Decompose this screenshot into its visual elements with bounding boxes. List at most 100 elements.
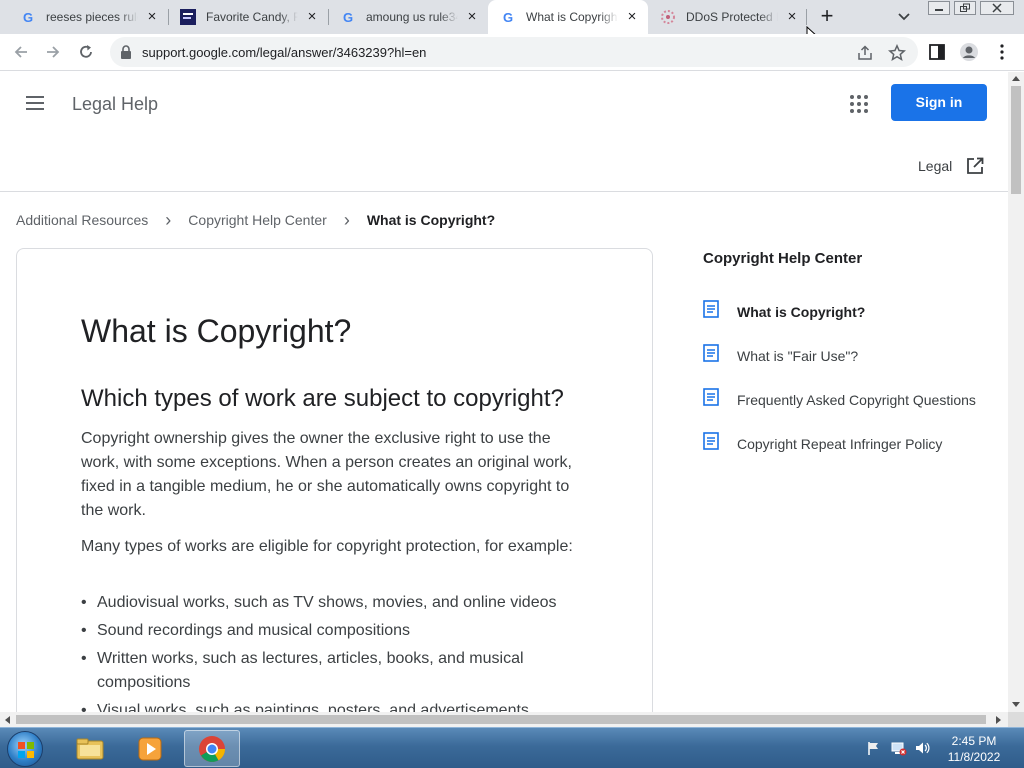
scroll-right-arrow-icon[interactable] [996,716,1001,724]
close-icon[interactable]: × [144,9,160,25]
network-disconnected-icon[interactable] [891,740,907,756]
sidebar-title: Copyright Help Center [703,250,863,267]
google-g-icon: G [502,9,514,25]
sidebar-item-faq[interactable]: Frequently Asked Copyright Questions [703,388,1003,412]
tab-title: amoung us rule34 [366,10,458,24]
minimize-button[interactable] [928,1,950,15]
google-g-icon: G [22,9,34,25]
site-title[interactable]: Legal Help [72,94,158,115]
list-item: Visual works, such as paintings, posters… [81,699,591,712]
scroll-down-arrow-icon[interactable] [1012,702,1020,707]
reload-button[interactable] [73,39,99,65]
close-window-button[interactable] [980,1,1014,15]
system-clock[interactable]: 2:45 PM 11/8/2022 [936,733,1012,765]
vertical-scrollbar[interactable] [1008,72,1024,712]
sidebar-item-fair-use[interactable]: What is "Fair Use"? [703,344,1003,368]
main-menu-button[interactable] [26,96,46,112]
tab-4[interactable]: DDoS Protected H × [648,0,808,34]
chrome-icon [199,735,226,762]
lock-icon [121,45,131,59]
avatar-icon [960,43,978,61]
document-icon [703,300,719,318]
sidebar-item-what-is-copyright[interactable]: What is Copyright? [703,300,1003,324]
tab-1[interactable]: Favorite Candy, Re × [168,0,328,34]
sign-in-button[interactable]: Sign in [891,84,987,121]
address-bar[interactable]: support.google.com/legal/answer/3463239?… [110,37,918,67]
share-button[interactable] [855,43,875,63]
bookmark-button[interactable] [887,43,907,63]
profile-button[interactable] [959,42,979,62]
tab-title: reeses pieces rules [46,10,138,24]
minimize-icon [935,9,943,11]
sidebar-item-label: What is Copyright? [737,304,866,320]
breadcrumb-current: What is Copyright? [366,212,496,228]
chevron-down-icon [898,13,910,21]
taskbar: 2:45 PM 11/8/2022 [0,727,1024,768]
restore-icon [960,3,970,12]
tab-title: Favorite Candy, Re [206,10,298,24]
tab-title: What is Copyright? [526,10,618,24]
sidebar-item-repeat-infringer[interactable]: Copyright Repeat Infringer Policy [703,432,1003,456]
forward-button[interactable] [40,39,66,65]
action-center-flag-icon[interactable] [866,740,882,756]
document-icon [703,432,719,450]
windows-logo-icon [18,742,34,758]
start-button[interactable] [7,731,43,767]
close-icon[interactable]: × [304,9,320,25]
close-icon[interactable]: × [784,9,800,25]
article-subheading: Which types of work are subject to copyr… [81,385,564,412]
breadcrumb-item[interactable]: Additional Resources [16,212,148,228]
horizontal-scrollbar[interactable] [0,712,1008,727]
tab-2[interactable]: G amoung us rule34 × [328,0,488,34]
document-icon [703,388,719,406]
article-bullet-list: Audiovisual works, such as TV shows, mov… [81,591,591,712]
volume-icon[interactable] [914,740,930,756]
list-item: Audiovisual works, such as TV shows, mov… [81,591,591,615]
tab-3-active[interactable]: G What is Copyright? × [488,0,648,34]
clock-time: 2:45 PM [951,734,997,748]
clock-date: 11/8/2022 [947,750,1001,764]
article-paragraph: Many types of works are eligible for cop… [81,538,573,555]
scrollbar-thumb[interactable] [16,715,986,724]
side-panel-icon [929,44,945,60]
tab-title: DDoS Protected H [686,10,778,24]
scrollbar-thumb[interactable] [1011,86,1021,194]
side-panel-button[interactable] [927,42,947,62]
taskbar-media-player[interactable] [122,730,178,767]
arrow-left-icon [14,46,27,58]
scroll-up-arrow-icon[interactable] [1012,76,1020,81]
arrow-right-icon [47,46,60,58]
chevron-right-icon: › [343,210,350,230]
taskbar-chrome[interactable] [184,730,240,767]
tab-0[interactable]: G reeses pieces rules × [8,0,168,34]
scroll-left-arrow-icon[interactable] [5,716,10,724]
taskbar-explorer[interactable] [62,730,118,767]
list-item: Sound recordings and musical composition… [81,619,591,643]
page-viewport: Legal Help Sign in Legal Additional Reso… [0,72,1008,712]
restore-button[interactable] [954,1,976,15]
site-header: Legal Help Sign in Legal [0,72,1008,192]
breadcrumb: Additional Resources › Copyright Help Ce… [16,210,496,230]
share-icon [858,45,872,60]
tab-strip: G reeses pieces rules × Favorite Candy, … [0,0,1024,46]
breadcrumb-item[interactable]: Copyright Help Center [188,212,327,228]
legal-link[interactable]: Legal [918,158,952,174]
menu-button[interactable] [992,42,1012,62]
tab-separator [806,9,807,25]
article-paragraph: Copyright ownership gives the owner the … [81,430,572,519]
tab-search-button[interactable] [893,8,915,26]
article-card: What is Copyright? Which types of work a… [16,248,653,712]
apps-grid-icon[interactable] [850,95,868,113]
google-g-icon: G [342,9,354,25]
back-button[interactable] [8,39,34,65]
close-icon[interactable]: × [464,9,480,25]
windows-explorer-icon [76,738,104,759]
scrollbar-corner [1008,712,1024,727]
browser-toolbar: support.google.com/legal/answer/3463239?… [0,34,1024,71]
close-icon [992,3,1002,13]
media-player-icon [138,737,162,760]
open-in-new-icon[interactable] [965,156,985,176]
site-favicon-icon [180,9,196,25]
document-icon [703,344,719,362]
close-icon[interactable]: × [624,9,640,25]
